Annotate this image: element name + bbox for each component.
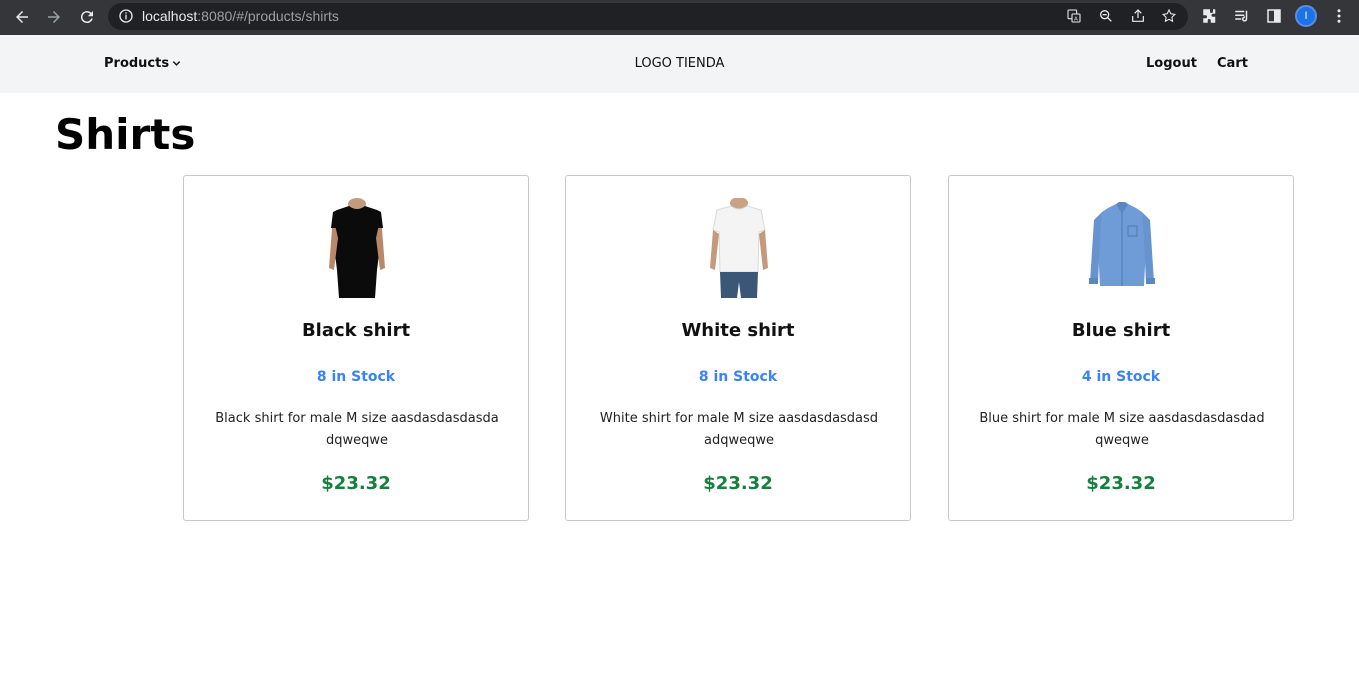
reload-icon xyxy=(80,11,93,24)
url-host: localhost xyxy=(142,8,198,24)
store-logo[interactable]: LOGO TIENDA xyxy=(635,56,725,71)
reload-button[interactable] xyxy=(76,6,98,28)
arrow-right-icon xyxy=(48,11,60,23)
stock-badge: 8 in Stock xyxy=(316,369,396,385)
stock-badge: 4 in Stock xyxy=(1081,369,1161,385)
more-menu-icon[interactable] xyxy=(1330,7,1348,25)
product-image[interactable] xyxy=(689,198,789,298)
reading-list-icon[interactable] xyxy=(1233,7,1251,25)
product-card-black-shirt[interactable]: Black shirt 8 in Stock Black shirt for m… xyxy=(183,175,529,521)
browser-toolbar: localhost:8080/#/products/shirts A I xyxy=(0,0,1359,35)
product-image[interactable] xyxy=(307,198,407,298)
profile-avatar[interactable]: I xyxy=(1295,5,1317,27)
product-image[interactable] xyxy=(1072,198,1172,298)
product-card-white-shirt[interactable]: White shirt 8 in Stock White shirt for m… xyxy=(565,175,911,521)
extensions-puzzle-icon[interactable] xyxy=(1201,7,1219,25)
black-tshirt-photo xyxy=(307,198,407,298)
white-tshirt-photo xyxy=(689,198,789,298)
products-menu-label: Products xyxy=(104,56,170,71)
product-price: $23.32 xyxy=(321,473,391,494)
svg-text:A: A xyxy=(1074,17,1078,23)
forward-button[interactable] xyxy=(43,6,65,28)
product-description: Blue shirt for male M size aasdasdasdasd… xyxy=(979,411,1265,448)
product-card-blue-shirt[interactable]: Blue shirt 4 in Stock Blue shirt for mal… xyxy=(948,175,1294,521)
products-menu[interactable]: Products xyxy=(104,56,182,71)
arrow-left-icon xyxy=(16,11,28,23)
blue-dress-shirt-photo xyxy=(1072,198,1172,298)
product-description: Black shirt for male M size aasdasdasdas… xyxy=(215,411,499,448)
chevron-down-icon xyxy=(172,61,181,66)
product-description: White shirt for male M size aasdasdasdas… xyxy=(599,411,879,448)
address-bar[interactable]: localhost:8080/#/products/shirts A xyxy=(108,3,1188,30)
product-price: $23.32 xyxy=(1086,473,1156,494)
product-name[interactable]: White shirt xyxy=(566,320,910,341)
product-name[interactable]: Blue shirt xyxy=(949,320,1293,341)
translate-icon[interactable]: A xyxy=(1066,8,1082,24)
bookmark-star-icon[interactable] xyxy=(1161,8,1177,24)
stock-badge: 8 in Stock xyxy=(698,369,778,385)
url-text[interactable]: localhost:8080/#/products/shirts xyxy=(142,8,339,25)
cart-link[interactable]: Cart xyxy=(1217,56,1248,71)
product-name[interactable]: Black shirt xyxy=(184,320,528,341)
url-path: :8080/#/products/shirts xyxy=(197,8,339,24)
site-header: Products LOGO TIENDA Logout Cart xyxy=(0,35,1359,93)
side-panel-icon[interactable] xyxy=(1265,7,1283,25)
zoom-icon[interactable] xyxy=(1098,8,1114,24)
info-icon[interactable] xyxy=(118,8,134,24)
product-price: $23.32 xyxy=(703,473,773,494)
back-button[interactable] xyxy=(11,6,33,28)
page-title: Shirts xyxy=(55,110,196,159)
share-icon[interactable] xyxy=(1130,8,1146,24)
logout-link[interactable]: Logout xyxy=(1146,56,1197,71)
